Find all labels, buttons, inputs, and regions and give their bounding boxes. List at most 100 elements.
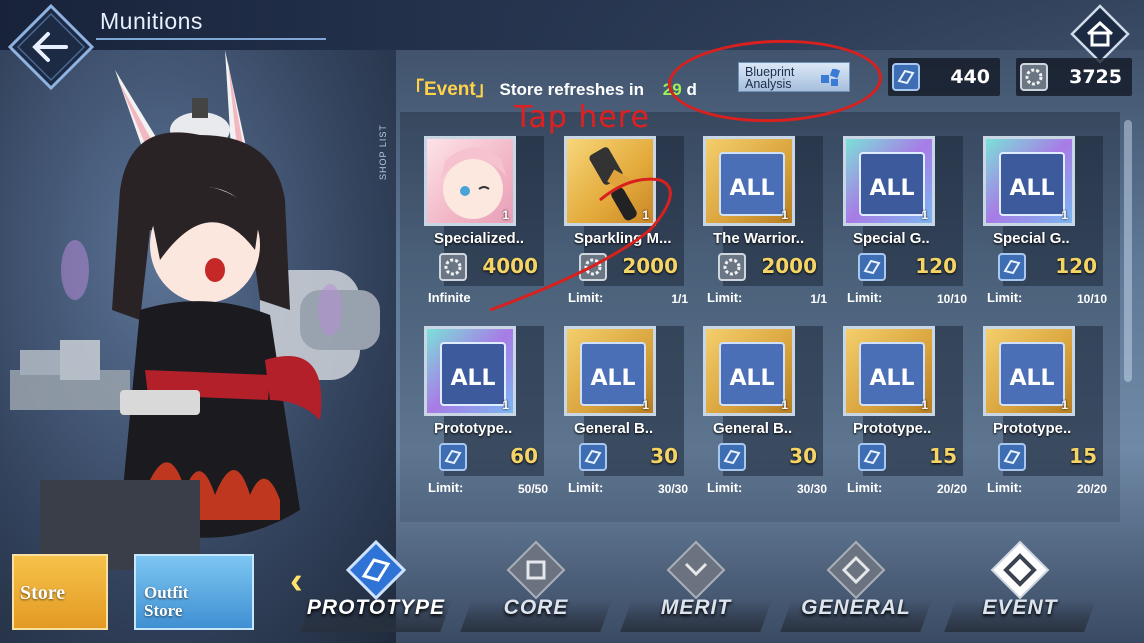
item-limit-label: Limit: <box>987 480 1023 495</box>
page-title: Munitions <box>100 8 203 34</box>
item-limit-label: Limit: <box>847 290 883 305</box>
svg-text:ALL: ALL <box>1009 366 1054 391</box>
shop-item[interactable]: ALL 1 Special G.. 120 Limit: 10/10 <box>843 136 967 316</box>
prototype-core-count: 440 <box>950 66 990 88</box>
gear-coin-count: 3725 <box>1069 66 1122 88</box>
item-quantity: 1 <box>1061 208 1068 222</box>
general-tab-icon <box>826 540 886 600</box>
item-thumbnail[interactable]: ALL 1 <box>843 136 935 226</box>
currency-prototype-core: 440 <box>888 58 1000 96</box>
tab-label: PROTOTYPE <box>306 596 446 619</box>
item-name: Special G.. <box>993 230 1070 247</box>
core-tab-icon <box>506 540 566 600</box>
item-price: 120 <box>1055 254 1097 278</box>
item-price: 15 <box>929 444 957 468</box>
item-price: 30 <box>650 444 678 468</box>
item-name: The Warrior.. <box>713 230 805 247</box>
tab-prototype[interactable]: PROTOTYPE <box>300 540 452 640</box>
event-refresh-line: 「Event」 Store refreshes in 29 d <box>405 74 697 101</box>
item-thumbnail[interactable]: ALL 1 <box>424 326 516 416</box>
svg-text:ALL: ALL <box>450 366 495 391</box>
item-limit-label: Limit: <box>707 290 743 305</box>
item-quantity: 1 <box>642 398 649 412</box>
prototype-core-icon <box>888 59 924 95</box>
home-button[interactable] <box>1070 4 1130 64</box>
item-quantity: 1 <box>781 398 788 412</box>
character-illustration <box>10 50 380 570</box>
store-label: Store <box>20 582 66 604</box>
item-limit-value: 30/30 <box>657 482 688 496</box>
tab-core[interactable]: CORE <box>460 540 612 640</box>
tab-label: MERIT <box>660 596 732 619</box>
prototype-core-icon <box>997 252 1027 282</box>
item-limit-value: 30/30 <box>796 482 827 496</box>
outfit-store-button[interactable]: Outfit Store <box>134 554 254 630</box>
item-price: 120 <box>915 254 957 278</box>
refresh-text: Store refreshes in <box>499 80 645 99</box>
gear-coin-icon <box>438 252 468 282</box>
shop-list-tag: SHOP LIST <box>378 124 388 180</box>
title-underline <box>96 38 326 40</box>
item-quantity: 1 <box>1061 398 1068 412</box>
prototype-core-icon <box>578 442 608 472</box>
back-button[interactable] <box>8 4 94 90</box>
annotation-tap-here: Tap here <box>514 100 650 135</box>
shop-item[interactable]: ALL 1 General B.. 30 Limit: 30/30 <box>564 326 688 506</box>
gear-coin-icon <box>1016 59 1052 95</box>
prototype-core-icon <box>997 442 1027 472</box>
item-thumbnail[interactable]: ALL 1 <box>703 136 795 226</box>
item-thumbnail[interactable]: ALL 1 <box>564 326 656 416</box>
svg-text:ALL: ALL <box>869 176 914 201</box>
item-price: 60 <box>510 444 538 468</box>
shop-item[interactable]: ALL 1 Prototype.. 15 Limit: 20/20 <box>983 326 1107 506</box>
item-name: Special G.. <box>853 230 930 247</box>
tab-general[interactable]: GENERAL <box>780 540 932 640</box>
tab-label: GENERAL <box>801 596 911 619</box>
prototype-core-icon <box>857 442 887 472</box>
svg-text:ALL: ALL <box>869 366 914 391</box>
shop-item[interactable]: ALL 1 Prototype.. 15 Limit: 20/20 <box>843 326 967 506</box>
item-quantity: 1 <box>921 208 928 222</box>
annotation-arrow <box>489 177 672 312</box>
event-tag: 「Event」 <box>405 79 495 100</box>
item-limit-value: 50/50 <box>517 482 548 496</box>
outfit-label-line1: Outfit <box>144 583 189 602</box>
shop-item[interactable]: ALL 1 Prototype.. 60 Limit: 50/50 <box>424 326 548 506</box>
item-thumbnail[interactable]: ALL 1 <box>843 326 935 416</box>
item-thumbnail[interactable]: ALL 1 <box>703 326 795 416</box>
item-limit-value: 1/1 <box>810 292 827 306</box>
item-name: General B.. <box>713 420 793 437</box>
store-button[interactable]: Store <box>12 554 108 630</box>
chevron-left-icon[interactable]: ‹ <box>290 560 303 603</box>
item-limit-value: 10/10 <box>1076 292 1107 306</box>
tab-label: CORE <box>503 596 569 619</box>
item-limit-value: 20/20 <box>936 482 967 496</box>
shop-item[interactable]: ALL 1 General B.. 30 Limit: 30/30 <box>703 326 827 506</box>
tab-event[interactable]: EVENT <box>944 540 1096 640</box>
item-limit-label: Limit: <box>847 480 883 495</box>
svg-text:ALL: ALL <box>729 366 774 391</box>
item-quantity: 1 <box>781 208 788 222</box>
item-limit-label: Infinite <box>428 290 471 305</box>
item-name: Prototype.. <box>853 420 932 437</box>
shop-item[interactable]: ALL 1 Special G.. 120 Limit: 10/10 <box>983 136 1107 316</box>
prototype-core-icon <box>717 442 747 472</box>
item-thumbnail[interactable]: ALL 1 <box>983 136 1075 226</box>
item-quantity: 1 <box>502 398 509 412</box>
item-limit-label: Limit: <box>987 290 1023 305</box>
item-name: General B.. <box>574 420 654 437</box>
tab-merit[interactable]: MERIT <box>620 540 772 640</box>
event-tab-icon <box>990 540 1050 600</box>
svg-text:ALL: ALL <box>1009 176 1054 201</box>
item-limit-value: 10/10 <box>936 292 967 306</box>
currency-gear-coin: 3725 <box>1016 58 1132 96</box>
shop-item[interactable]: ALL 1 The Warrior.. 2000 Limit: 1/1 <box>703 136 827 316</box>
item-name: Prototype.. <box>434 420 513 437</box>
prototype-core-icon <box>857 252 887 282</box>
item-price: 2000 <box>761 254 817 278</box>
item-limit-label: Limit: <box>428 480 464 495</box>
item-thumbnail[interactable]: ALL 1 <box>983 326 1075 416</box>
shop-scrollbar[interactable] <box>1124 120 1132 382</box>
item-limit-value: 20/20 <box>1076 482 1107 496</box>
gear-coin-icon <box>717 252 747 282</box>
